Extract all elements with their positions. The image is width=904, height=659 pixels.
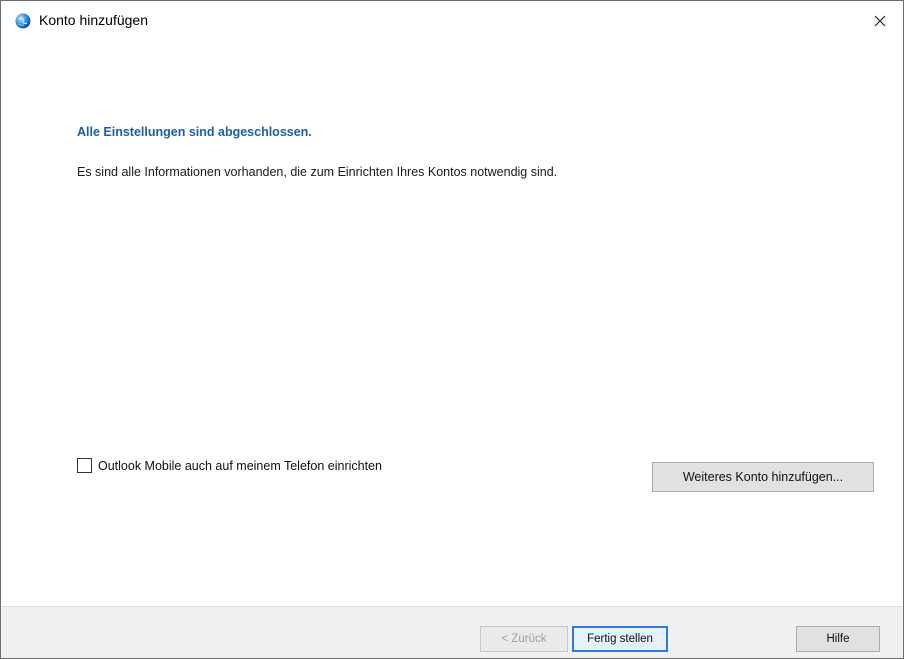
outlook-mobile-option[interactable]: Outlook Mobile auch auf meinem Telefon e… bbox=[77, 458, 382, 473]
outlook-mobile-checkbox[interactable] bbox=[77, 458, 92, 473]
add-another-account-button[interactable]: Weiteres Konto hinzufügen... bbox=[652, 462, 874, 492]
completion-heading: Alle Einstellungen sind abgeschlossen. bbox=[77, 125, 312, 139]
completion-description: Es sind alle Informationen vorhanden, di… bbox=[77, 165, 558, 179]
close-button[interactable] bbox=[857, 1, 903, 41]
title-bar: Konto hinzufügen bbox=[1, 1, 903, 41]
back-button[interactable]: < Zurück bbox=[480, 626, 568, 652]
outlook-globe-icon bbox=[15, 13, 31, 29]
add-account-dialog: Konto hinzufügen Alle Einstellungen sind… bbox=[0, 0, 904, 659]
dialog-footer: < Zurück Fertig stellen Hilfe bbox=[1, 606, 903, 658]
outlook-mobile-label: Outlook Mobile auch auf meinem Telefon e… bbox=[98, 458, 382, 473]
window-title: Konto hinzufügen bbox=[39, 12, 148, 28]
help-button[interactable]: Hilfe bbox=[796, 626, 880, 652]
close-icon bbox=[874, 15, 886, 27]
finish-button[interactable]: Fertig stellen bbox=[572, 626, 668, 652]
